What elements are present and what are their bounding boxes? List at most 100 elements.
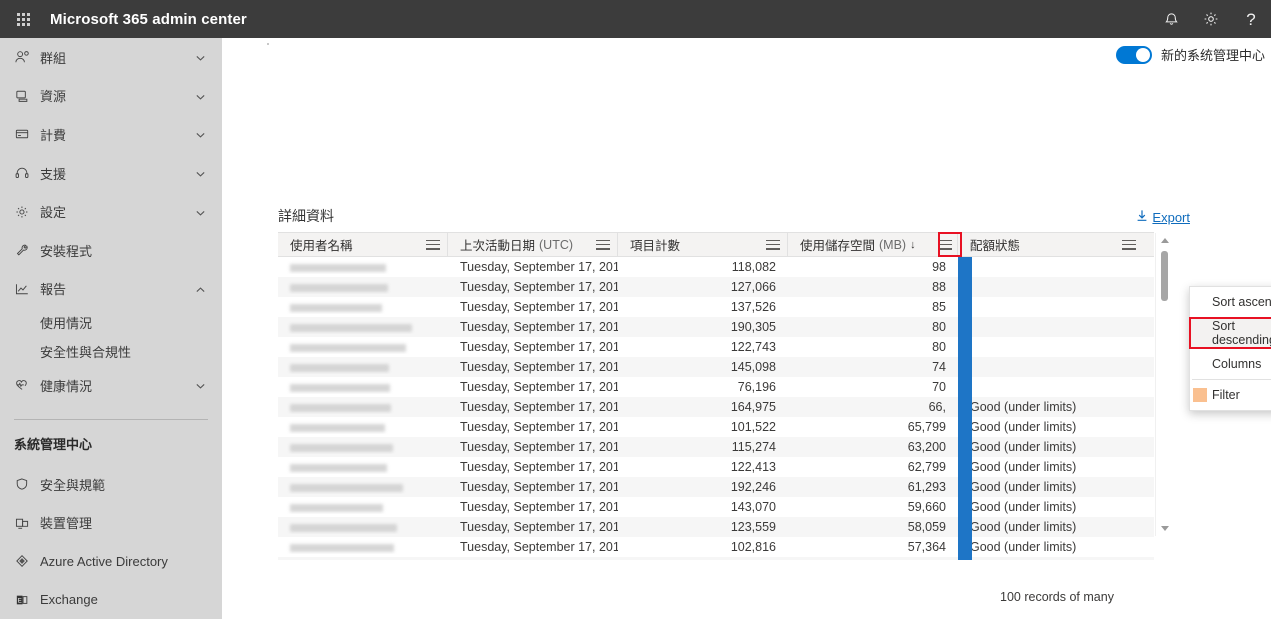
table-row[interactable]: Tuesday, September 17, 2019 118,082 98 [278,257,1154,277]
cell-username [278,380,448,394]
cell-item-count: 101,522 [730,420,776,434]
table-row[interactable]: Tuesday, September 17, 201961,65657,041G… [278,557,1154,560]
table-row[interactable]: Tuesday, September 17, 2019 137,526 85 [278,297,1154,317]
column-menu-icon[interactable] [766,239,780,250]
table-row[interactable]: Tuesday, September 17, 2019 122,413 62,799… [278,457,1154,477]
sidebar-item-resources[interactable]: 資源 [0,77,222,116]
app-launcher-icon[interactable] [0,0,46,38]
redacted-username [290,323,412,332]
sidebar-item-billing[interactable]: 計費 [0,115,222,154]
sidebar-item-support[interactable]: 支援 [0,154,222,193]
table-row[interactable]: Tuesday, September 17, 2019 115,274 63,200… [278,437,1154,457]
cell-item-count: 123,559 [730,520,776,534]
cell-storage-used: 80 [932,320,946,334]
column-header-last-activity[interactable]: 上次活動日期 (UTC) [448,233,618,256]
records-count-label: 100 records of many [1000,590,1114,604]
sidebar-item-settings[interactable]: 設定 [0,192,222,231]
cell-storage-used: 66, [928,400,946,414]
chevron-down-icon [195,90,206,101]
column-menu-icon-active[interactable] [938,239,952,250]
column-menu-icon[interactable] [596,239,610,250]
redacted-username [290,543,394,552]
shield-icon [14,476,40,492]
column-header-quota-status[interactable]: 配額狀態 [958,233,1154,256]
sidebar-item-device-management[interactable]: 裝置管理 [0,503,222,542]
context-menu-item-columns[interactable]: Columns [1190,349,1271,379]
table-row[interactable]: Tuesday, September 17, 2019 164,975 66, Goo… [278,397,1154,417]
new-admin-center-toggle-row: 新的系统管理中心 [1115,45,1265,64]
sidebar-subitem-security-compliance[interactable]: 安全性與合規性 [0,337,222,366]
settings-gear-icon[interactable] [1191,0,1231,38]
table-row[interactable]: Tuesday, September 17, 2019 127,066 88 [278,277,1154,297]
table-row[interactable]: Tuesday, September 17, 2019 190,305 80 [278,317,1154,337]
column-menu-icon[interactable] [1122,239,1136,250]
cell-storage-used: 80 [932,340,946,354]
grid-body[interactable]: Tuesday, September 17, 2019 118,082 98 Tues… [278,257,1154,560]
column-header-username[interactable]: 使用者名稱 [278,233,448,256]
sidebar-item-reports[interactable]: 報告 [0,270,222,309]
column-context-menu[interactable]: Sort ascending Sort descending Columns Filt… [1189,286,1271,411]
table-row[interactable]: Tuesday, September 17, 2019 102,816 57,364… [278,537,1154,557]
context-menu-item-sort-ascending[interactable]: Sort ascending [1190,287,1271,317]
cell-item-count: 102,816 [730,540,776,554]
health-heart-icon [14,377,40,393]
decorative-dot [267,43,269,45]
table-row[interactable]: Tuesday, September 17, 2019 192,246 61,293… [278,477,1154,497]
cell-quota-status: Good (under limits) [970,460,1077,474]
sidebar-item-groups[interactable]: 群組 [0,38,222,77]
chevron-up-icon [195,283,206,294]
chevron-down-icon [195,168,206,179]
notifications-icon[interactable] [1151,0,1191,38]
cell-item-count: 122,743 [730,340,776,354]
context-menu-item-label: Sort descending [1212,319,1271,347]
table-row[interactable]: Tuesday, September 17, 2019 143,070 59,660… [278,497,1154,517]
scroll-up-arrow-icon[interactable] [1156,233,1173,249]
cell-storage-used: 65,799 [907,420,946,434]
export-button[interactable]: Export [1136,209,1190,225]
column-header-unit: (UTC) [539,237,574,252]
table-row[interactable]: Tuesday, September 17, 2019 122,743 80 [278,337,1154,357]
cell-storage-used: 61,293 [907,480,946,494]
scrollbar-thumb[interactable] [1161,251,1168,301]
sidebar-subitem-usage[interactable]: 使用情況 [0,308,222,337]
new-admin-center-toggle[interactable] [1115,45,1152,64]
cell-item-count: 115,274 [731,440,776,454]
column-menu-icon[interactable] [426,239,440,250]
table-row[interactable]: Tuesday, September 17, 2019 123,559 58,059… [278,517,1154,537]
sidebar-item-azure-active-directory[interactable]: Azure Active Directory [0,542,222,581]
column-header-item-count[interactable]: 項目計數 [618,233,788,256]
sidebar-item-health[interactable]: 健康情況 [0,366,222,405]
column-resize-indicator[interactable] [958,257,972,560]
cell-item-count: 145,098 [730,360,776,374]
scroll-down-arrow-icon[interactable] [1156,520,1173,536]
sidebar-item-label: 資源 [40,89,67,105]
cell-username [278,340,448,354]
context-menu-item-label: Sort ascending [1212,295,1271,309]
cell-item-count: 192,246 [730,480,776,494]
table-row[interactable]: Tuesday, September 17, 2019 145,098 74 [278,357,1154,377]
sidebar-item-security-compliance-center[interactable]: 安全與規範 [0,465,222,504]
details-grid: 使用者名稱 上次活動日期 (UTC) 項目計數 使用儲存空間 (MB) ↓ 配額… [278,232,1172,560]
column-header-storage-used[interactable]: 使用儲存空間 (MB) ↓ [788,233,958,256]
reports-icon [14,281,40,297]
context-menu-item-sort-descending[interactable]: Sort descending [1189,317,1271,349]
grid-vertical-scrollbar[interactable] [1155,233,1172,536]
toggle-knob [1135,47,1150,62]
chevron-down-icon [195,380,206,391]
cell-last-activity: Tuesday, September 17, 2019 [460,460,618,474]
table-row[interactable]: Tuesday, September 17, 2019 101,522 65,799… [278,417,1154,437]
sidebar-item-setup[interactable]: 安裝程式 [0,231,222,270]
exchange-icon: E [14,592,40,608]
cell-last-activity: Tuesday, September 17, 2019 [460,500,618,514]
cell-last-activity: Tuesday, September 17, 2019 [460,400,618,414]
cell-quota-status: Good (under limits) [970,520,1077,534]
download-icon [1136,209,1148,225]
sidebar-item-exchange[interactable]: E Exchange [0,581,222,619]
context-menu-item-filter[interactable]: Filter [1190,380,1271,410]
redacted-username [290,403,391,412]
help-icon[interactable]: ? [1231,0,1271,38]
cell-quota-status: Good (under limits) [970,480,1077,494]
table-row[interactable]: Tuesday, September 17, 2019 76,196 70 [278,377,1154,397]
cell-last-activity: Tuesday, September 17, 2019 [460,360,618,374]
chevron-down-icon [195,129,206,140]
